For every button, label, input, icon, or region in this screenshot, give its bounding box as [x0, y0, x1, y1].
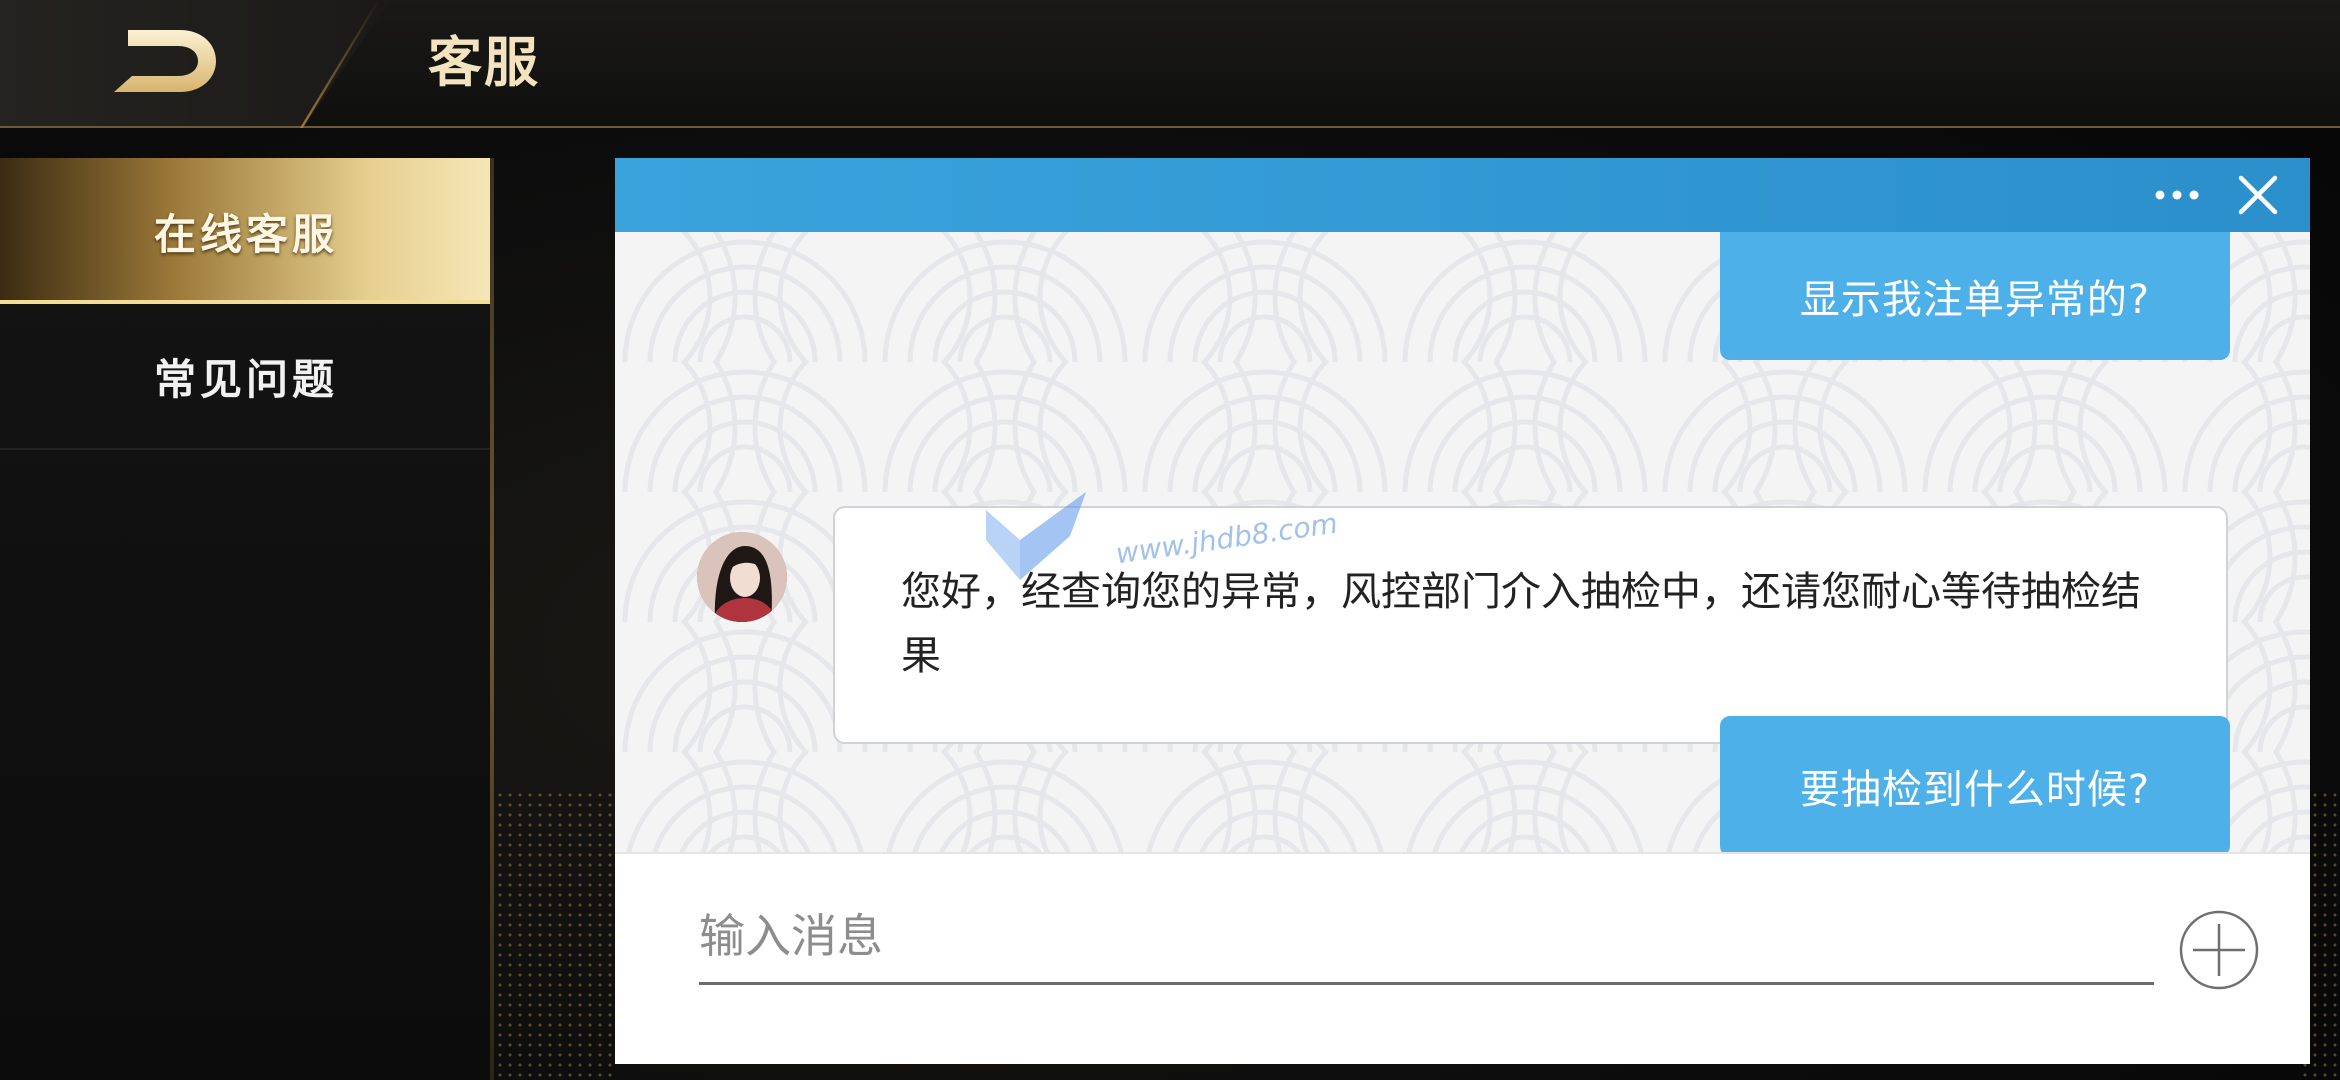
agent-avatar[interactable]: [697, 532, 787, 622]
more-icon: [2155, 190, 2199, 200]
user-message-bubble: 要抽检到什么时候?: [1720, 716, 2230, 852]
decorative-dots: [495, 790, 615, 1080]
plus-circle-icon: [2179, 910, 2259, 990]
message-text: 您好，经查询您的异常，风控部门介入抽检中，还请您耐心等待抽检结果: [901, 569, 2141, 679]
top-bar: 客服: [0, 0, 2340, 128]
more-button[interactable]: [2150, 178, 2210, 212]
chat-header: [615, 158, 2310, 232]
message-input[interactable]: [699, 890, 2154, 985]
page-title: 客服: [428, 31, 540, 94]
add-attachment-button[interactable]: [2177, 908, 2261, 992]
message-text: 显示我注单异常的?: [1799, 277, 2151, 323]
chat-window: 显示我注单异常的? 您好，经查询您的异常，风控部门介入抽检中，还请您耐心等待抽检…: [615, 158, 2310, 1064]
message-text: 要抽检到什么时候?: [1799, 767, 2151, 813]
sidebar-item-online-service[interactable]: 在线客服: [0, 158, 492, 304]
message-list[interactable]: 显示我注单异常的? 您好，经查询您的异常，风控部门介入抽检中，还请您耐心等待抽检…: [615, 232, 2310, 852]
customer-service-screen: 客服 在线客服 常见问题 显示我注单异常的? 您好，经查询您的异常，风控部门介入…: [0, 0, 2340, 1080]
sidebar: 在线客服 常见问题: [0, 158, 492, 1080]
close-icon: [2238, 175, 2278, 215]
close-button[interactable]: [2235, 172, 2281, 218]
back-arrow-icon: [114, 30, 216, 92]
avatar-image: [697, 532, 787, 622]
sidebar-divider: [490, 158, 494, 1080]
agent-message-bubble: 您好，经查询您的异常，风控部门介入抽检中，还请您耐心等待抽检结果: [833, 506, 2228, 744]
sidebar-item-label: 常见问题: [153, 354, 338, 404]
message-composer: [615, 852, 2310, 1064]
sidebar-item-faq[interactable]: 常见问题: [0, 304, 492, 450]
back-button[interactable]: [110, 26, 220, 96]
user-message-bubble: 显示我注单异常的?: [1720, 232, 2230, 360]
sidebar-item-label: 在线客服: [153, 209, 338, 259]
